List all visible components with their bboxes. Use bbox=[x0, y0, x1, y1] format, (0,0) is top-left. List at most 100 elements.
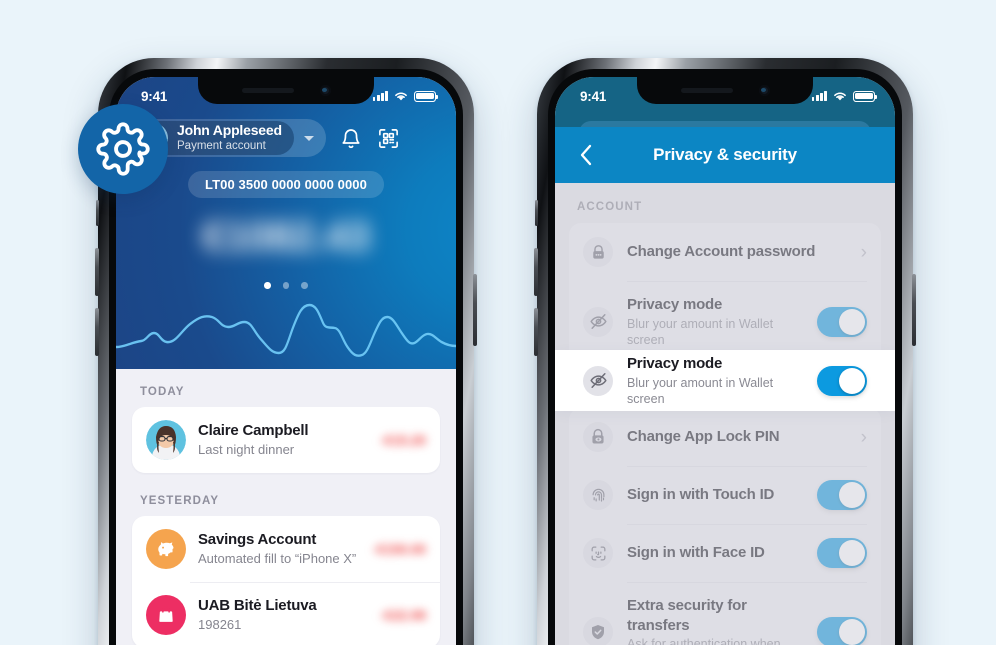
scan-qr-button[interactable] bbox=[372, 121, 406, 155]
touch-id-toggle[interactable] bbox=[817, 480, 867, 510]
privacy-mode-toggle[interactable] bbox=[817, 306, 867, 337]
transaction-subtitle: Automated fill to “iPhone X” bbox=[198, 551, 357, 567]
list-item-title: Change Account password bbox=[627, 243, 816, 261]
list-item[interactable]: Change Account password › bbox=[569, 223, 881, 281]
volume-up-button[interactable] bbox=[534, 248, 538, 296]
transaction-card-today: Claire Campbell Last night dinner -€15.2… bbox=[132, 407, 440, 473]
list-item[interactable]: Extra security for transfers Ask for aut… bbox=[569, 582, 881, 645]
transaction-amount: -€22.99 bbox=[380, 607, 426, 623]
section-header-yesterday: YESTERDAY bbox=[140, 495, 220, 507]
front-camera bbox=[319, 85, 331, 96]
page-dot-2[interactable] bbox=[282, 282, 290, 289]
shield-check-icon bbox=[583, 617, 613, 645]
settings-screen: 9:41 Privacy & security ACCOUNT Change A… bbox=[555, 77, 895, 645]
list-item-title: Extra security for transfers bbox=[627, 597, 747, 634]
list-item[interactable]: Change App Lock PIN › bbox=[569, 408, 881, 466]
list-item[interactable]: Sign in with Face ID bbox=[569, 524, 881, 582]
gear-icon bbox=[96, 122, 150, 176]
list-item-subtitle: Blur your amount in Wallet screen bbox=[627, 375, 774, 406]
list-item-text: Privacy mode Blur your amount in Wallet … bbox=[627, 354, 803, 407]
signal-bars-icon bbox=[372, 91, 388, 101]
qr-code-icon bbox=[379, 128, 399, 148]
table-row[interactable]: Claire Campbell Last night dinner -€15.2… bbox=[132, 407, 440, 473]
power-button[interactable] bbox=[473, 274, 477, 346]
list-item-title: Privacy mode bbox=[627, 296, 723, 313]
mute-switch[interactable] bbox=[96, 200, 99, 226]
notifications-button[interactable] bbox=[334, 121, 368, 155]
privacy-mode-toggle[interactable] bbox=[817, 365, 867, 396]
account-type: Payment account bbox=[177, 139, 266, 152]
battery-full-icon bbox=[853, 90, 878, 102]
shopping-bag-icon bbox=[146, 595, 186, 635]
transaction-amount: -€15.20 bbox=[380, 432, 426, 448]
volume-down-button[interactable] bbox=[534, 308, 538, 356]
list-item-text: Sign in with Face ID bbox=[627, 543, 803, 563]
status-time: 9:41 bbox=[141, 88, 168, 104]
highlighted-privacy-mode-row[interactable]: Privacy mode Blur your amount in Wallet … bbox=[555, 350, 895, 411]
status-indicators bbox=[811, 90, 878, 102]
lock-eye-icon bbox=[583, 422, 613, 452]
status-time: 9:41 bbox=[580, 88, 607, 104]
list-item-text: Change App Lock PIN bbox=[627, 427, 847, 447]
page-dot-3[interactable] bbox=[301, 282, 308, 289]
transaction-subtitle: Last night dinner bbox=[198, 442, 295, 458]
list-item-title: Sign in with Face ID bbox=[627, 544, 765, 562]
section-header-account: ACCOUNT bbox=[577, 201, 643, 213]
list-item-text: Sign in with Touch ID bbox=[627, 485, 803, 505]
earpiece-speaker bbox=[241, 88, 294, 93]
power-button[interactable] bbox=[912, 274, 916, 346]
volume-up-button[interactable] bbox=[95, 248, 99, 296]
transaction-subtitle: 198261 bbox=[198, 617, 242, 633]
list-item-text: Privacy mode Blur your amount in Wallet … bbox=[627, 295, 803, 348]
transactions-area[interactable]: TODAY Claire Campbell Last night dinner … bbox=[116, 369, 456, 645]
list-item-subtitle: Ask for authentication when making trans… bbox=[627, 637, 781, 645]
account-labels: John Appleseed Payment account bbox=[177, 123, 282, 152]
settings-gear-badge[interactable] bbox=[78, 104, 168, 194]
transaction-text: Claire Campbell Last night dinner bbox=[198, 422, 368, 459]
transaction-text: Savings Account Automated fill to “iPhon… bbox=[198, 531, 361, 568]
phone-settings: 9:41 Privacy & security ACCOUNT Change A… bbox=[534, 58, 916, 645]
battery-full-icon bbox=[414, 90, 439, 102]
earpiece-speaker bbox=[680, 88, 733, 93]
section-header-today: TODAY bbox=[140, 386, 185, 398]
wallet-screen: 9:41 John Appleseed Payment account LT00… bbox=[116, 77, 456, 645]
chevron-right-icon[interactable]: › bbox=[861, 243, 867, 262]
balance-amount: €1082.43 bbox=[202, 213, 370, 259]
transaction-title: Savings Account bbox=[198, 530, 317, 548]
face-id-toggle[interactable] bbox=[817, 538, 867, 568]
settings-list[interactable]: ACCOUNT Change Account password › Privac… bbox=[555, 183, 895, 645]
eye-off-icon bbox=[583, 306, 613, 337]
front-camera bbox=[758, 85, 770, 96]
phone-bezel: 9:41 Privacy & security ACCOUNT Change A… bbox=[548, 69, 902, 645]
back-button[interactable] bbox=[571, 140, 601, 170]
wallet-hero: 9:41 John Appleseed Payment account LT00… bbox=[116, 77, 456, 369]
card-page-dots[interactable] bbox=[116, 282, 456, 289]
fingerprint-icon bbox=[583, 480, 613, 510]
list-item-title: Sign in with Touch ID bbox=[627, 486, 775, 504]
list-item[interactable]: Sign in with Touch ID bbox=[569, 466, 881, 524]
list-item-text: Extra security for transfers Ask for aut… bbox=[627, 596, 803, 645]
list-item-text: Change Account password bbox=[627, 242, 847, 262]
list-item-title: Change App Lock PIN bbox=[627, 428, 780, 446]
notch bbox=[198, 77, 374, 104]
avatar bbox=[146, 420, 186, 460]
piggy-bank-icon bbox=[146, 529, 186, 569]
transaction-title: UAB Bitė Lietuva bbox=[198, 596, 317, 614]
settings-card-account: Change Account password › Privacy mode B… bbox=[569, 223, 881, 362]
table-row[interactable]: Savings Account Automated fill to “iPhon… bbox=[132, 516, 440, 582]
page-dot-1[interactable] bbox=[264, 282, 271, 289]
extra-security-toggle[interactable] bbox=[817, 617, 867, 645]
volume-down-button[interactable] bbox=[95, 308, 99, 356]
table-row[interactable]: UAB Bitė Lietuva 198261 -€22.99 bbox=[132, 582, 440, 645]
bell-icon bbox=[342, 128, 360, 148]
face-id-icon bbox=[583, 538, 613, 568]
list-item-subtitle: Blur your amount in Wallet screen bbox=[627, 316, 774, 347]
navigation-bar: Privacy & security bbox=[555, 127, 895, 183]
chevron-down-icon[interactable] bbox=[294, 135, 324, 141]
iban-pill[interactable]: LT00 3500 0000 0000 0000 bbox=[188, 171, 384, 198]
wifi-icon bbox=[834, 92, 846, 101]
settings-card-lock-screen: Change App Lock PIN › Sign in with Touch… bbox=[569, 408, 881, 645]
page-title: Privacy & security bbox=[653, 145, 797, 164]
mute-switch[interactable] bbox=[535, 200, 538, 226]
chevron-right-icon[interactable]: › bbox=[861, 428, 867, 447]
